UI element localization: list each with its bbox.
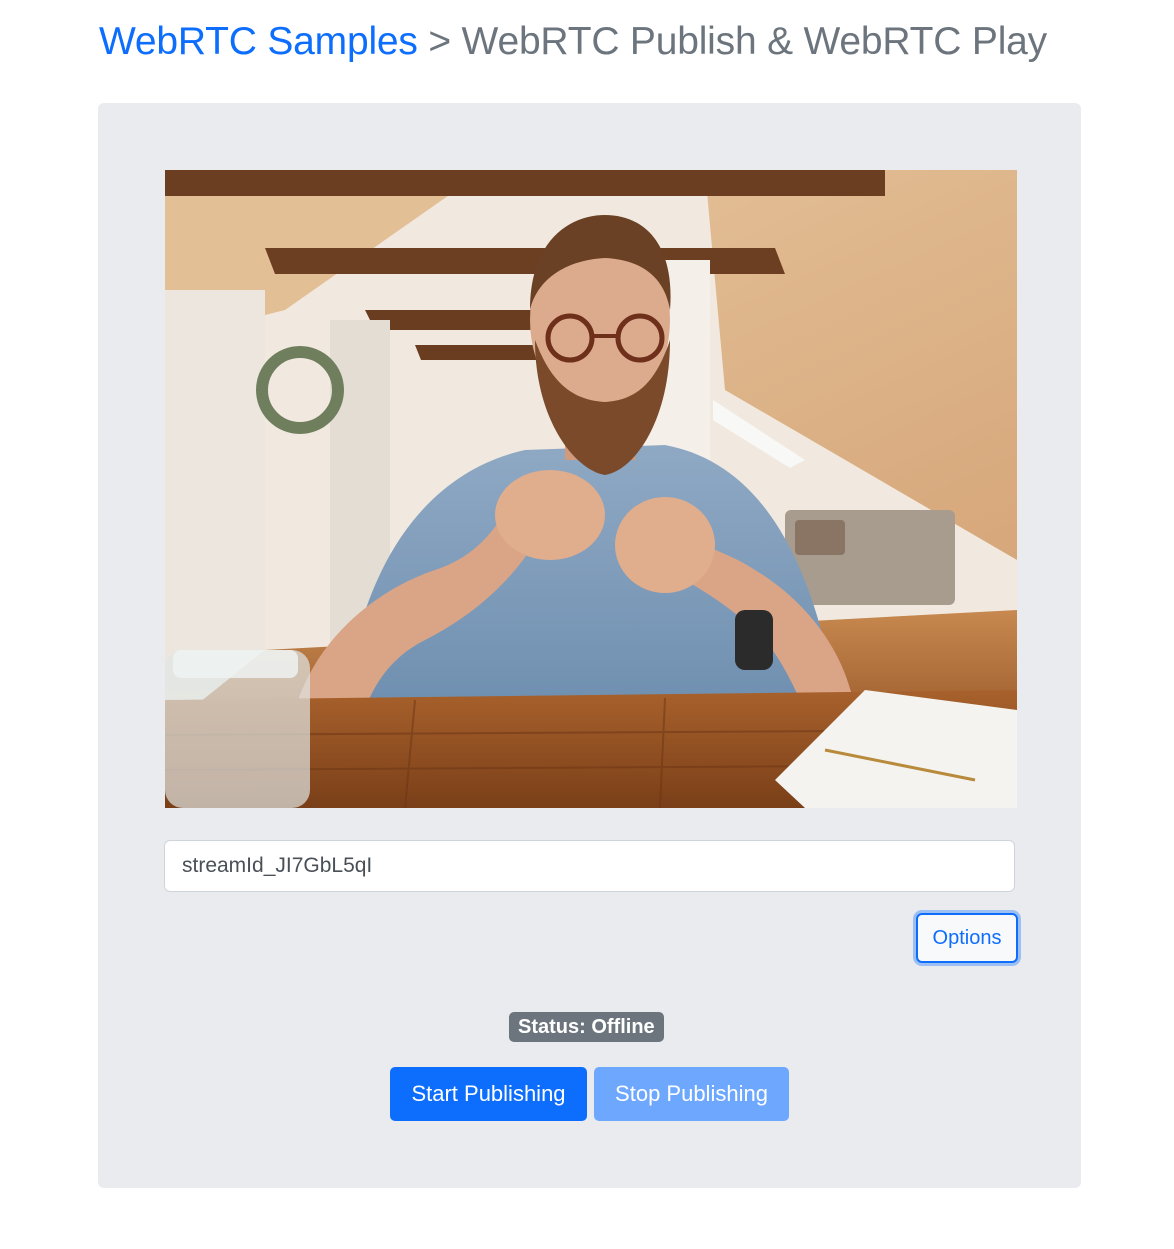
start-publishing-button[interactable]: Start Publishing [390, 1067, 587, 1121]
options-button[interactable]: Options [916, 913, 1018, 963]
page-title: WebRTC Samples > WebRTC Publish & WebRTC… [99, 18, 1047, 66]
breadcrumb-current: > WebRTC Publish & WebRTC Play [417, 20, 1047, 63]
stream-id-input[interactable] [164, 840, 1015, 892]
publish-panel: Options Status: Offline Start Publishing… [98, 103, 1081, 1188]
breadcrumb-home-link[interactable]: WebRTC Samples [99, 20, 418, 63]
local-video-preview [165, 170, 1017, 808]
status-badge: Status: Offline [509, 1012, 664, 1042]
stop-publishing-button[interactable]: Stop Publishing [594, 1067, 789, 1121]
